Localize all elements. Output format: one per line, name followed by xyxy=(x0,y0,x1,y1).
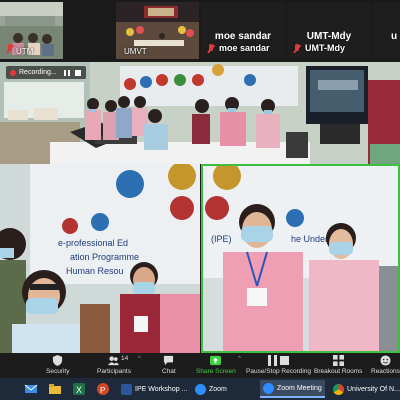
pause-stop-recording-button[interactable]: Pause/Stop Recording xyxy=(246,355,311,375)
video-tile-right-active[interactable]: (IPE) he Undergrad xyxy=(201,164,400,353)
participants-icon xyxy=(108,356,120,366)
participant-display-name: UMT-Mdy xyxy=(306,31,352,42)
participants-count: 14 xyxy=(121,355,129,362)
banner-text-line3: Human Resou xyxy=(66,266,124,276)
windows-taskbar: X P IPE Workshop ... Zoom Zoom Meeting U… xyxy=(0,378,400,400)
svg-text:X: X xyxy=(76,385,82,395)
security-button[interactable]: Security xyxy=(46,355,69,375)
file-explorer-icon[interactable] xyxy=(48,382,62,396)
mic-muted-icon xyxy=(293,44,301,53)
banner-right-text1: (IPE) xyxy=(211,234,232,244)
participant-name: UTM xyxy=(16,47,34,56)
meeting-controls-bar: Security 14 Participants ^ Chat Share Sc… xyxy=(0,353,400,378)
svg-text:P: P xyxy=(100,386,105,395)
participant-name: moe sandar xyxy=(219,43,270,53)
taskbar-app-label: Zoom Meeting xyxy=(277,384,322,392)
zoom-icon xyxy=(195,383,206,395)
chat-icon xyxy=(164,355,174,366)
shield-icon xyxy=(53,355,63,366)
participant-tile-utm[interactable]: UTM xyxy=(0,2,63,59)
taskbar-app-zoom-meeting[interactable]: Zoom Meeting xyxy=(260,380,325,398)
participant-display-name: moe sandar xyxy=(214,31,272,42)
taskbar-app-label: University Of N... xyxy=(347,385,400,393)
taskbar-app-label: IPE Workshop ... xyxy=(135,385,188,393)
main-video: Recording... xyxy=(0,62,400,164)
participant-display-name: u xyxy=(391,31,398,42)
breakout-rooms-icon xyxy=(332,355,344,366)
chevron-up-icon[interactable]: ^ xyxy=(238,356,241,362)
mail-icon[interactable] xyxy=(24,382,38,396)
breakout-rooms-label: Breakout Rooms xyxy=(314,368,363,375)
zoom-meeting-window: UTM UMVT moe sandar moe sandar UMT-Mdy U… xyxy=(0,0,400,400)
stop-recording-icon[interactable] xyxy=(74,69,81,76)
participants-label: Participants xyxy=(97,368,131,375)
stop-icon xyxy=(279,356,289,365)
recording-label: Recording... xyxy=(19,69,57,76)
zoom-icon xyxy=(263,382,274,394)
taskbar-app-zoom[interactable]: Zoom xyxy=(192,380,230,398)
word-icon xyxy=(121,383,132,395)
share-screen-button[interactable]: Share Screen xyxy=(196,355,236,375)
pause-icon xyxy=(267,355,277,366)
chat-label: Chat xyxy=(162,368,176,375)
participant-video: (IPE) he Undergrad xyxy=(203,166,398,351)
mic-muted-icon xyxy=(207,44,215,53)
chevron-up-icon[interactable]: ^ xyxy=(138,356,141,362)
chrome-icon xyxy=(333,383,344,395)
video-tile-left[interactable]: e-professional Ed ation Programme Human … xyxy=(0,164,200,353)
powerpoint-icon[interactable]: P xyxy=(96,382,110,396)
participant-name: UMT-Mdy xyxy=(305,43,345,53)
taskbar-app-chrome[interactable]: University Of N... xyxy=(330,380,400,398)
participant-name: UMVT xyxy=(124,47,147,56)
share-screen-label: Share Screen xyxy=(196,368,236,375)
smiley-icon xyxy=(380,355,391,366)
recording-indicator: Recording... xyxy=(6,66,86,79)
breakout-rooms-button[interactable]: Breakout Rooms xyxy=(314,355,362,375)
share-screen-icon xyxy=(210,355,222,366)
record-dot-icon xyxy=(10,69,16,76)
reactions-button[interactable]: Reactions xyxy=(371,355,400,375)
security-label: Security xyxy=(46,368,70,375)
taskbar-app-word[interactable]: IPE Workshop ... xyxy=(118,380,190,398)
participant-video: e-professional Ed ation Programme Human … xyxy=(0,164,200,353)
participant-tile-umt-mdy[interactable]: UMT-Mdy UMT-Mdy xyxy=(287,2,371,59)
pause-stop-icons xyxy=(267,355,290,366)
participant-strip: UTM UMVT moe sandar moe sandar UMT-Mdy U… xyxy=(0,0,400,61)
participant-tile-umvt[interactable]: UMVT xyxy=(116,2,199,59)
banner-text-line2: ation Programme xyxy=(70,252,139,262)
banner-text-line1: e-professional Ed xyxy=(58,238,128,248)
participants-button[interactable]: 14 Participants xyxy=(97,355,131,375)
pause-stop-recording-label: Pause/Stop Recording xyxy=(246,368,312,375)
reactions-label: Reactions xyxy=(371,368,400,375)
participant-tile-moe-sandar[interactable]: moe sandar moe sandar xyxy=(201,2,285,59)
pause-recording-icon[interactable] xyxy=(63,69,70,76)
mic-muted-icon xyxy=(6,44,14,53)
taskbar-app-label: Zoom xyxy=(209,385,227,393)
excel-icon[interactable]: X xyxy=(72,382,86,396)
participant-tile-u[interactable]: u xyxy=(373,2,400,59)
chat-button[interactable]: Chat xyxy=(162,355,176,375)
